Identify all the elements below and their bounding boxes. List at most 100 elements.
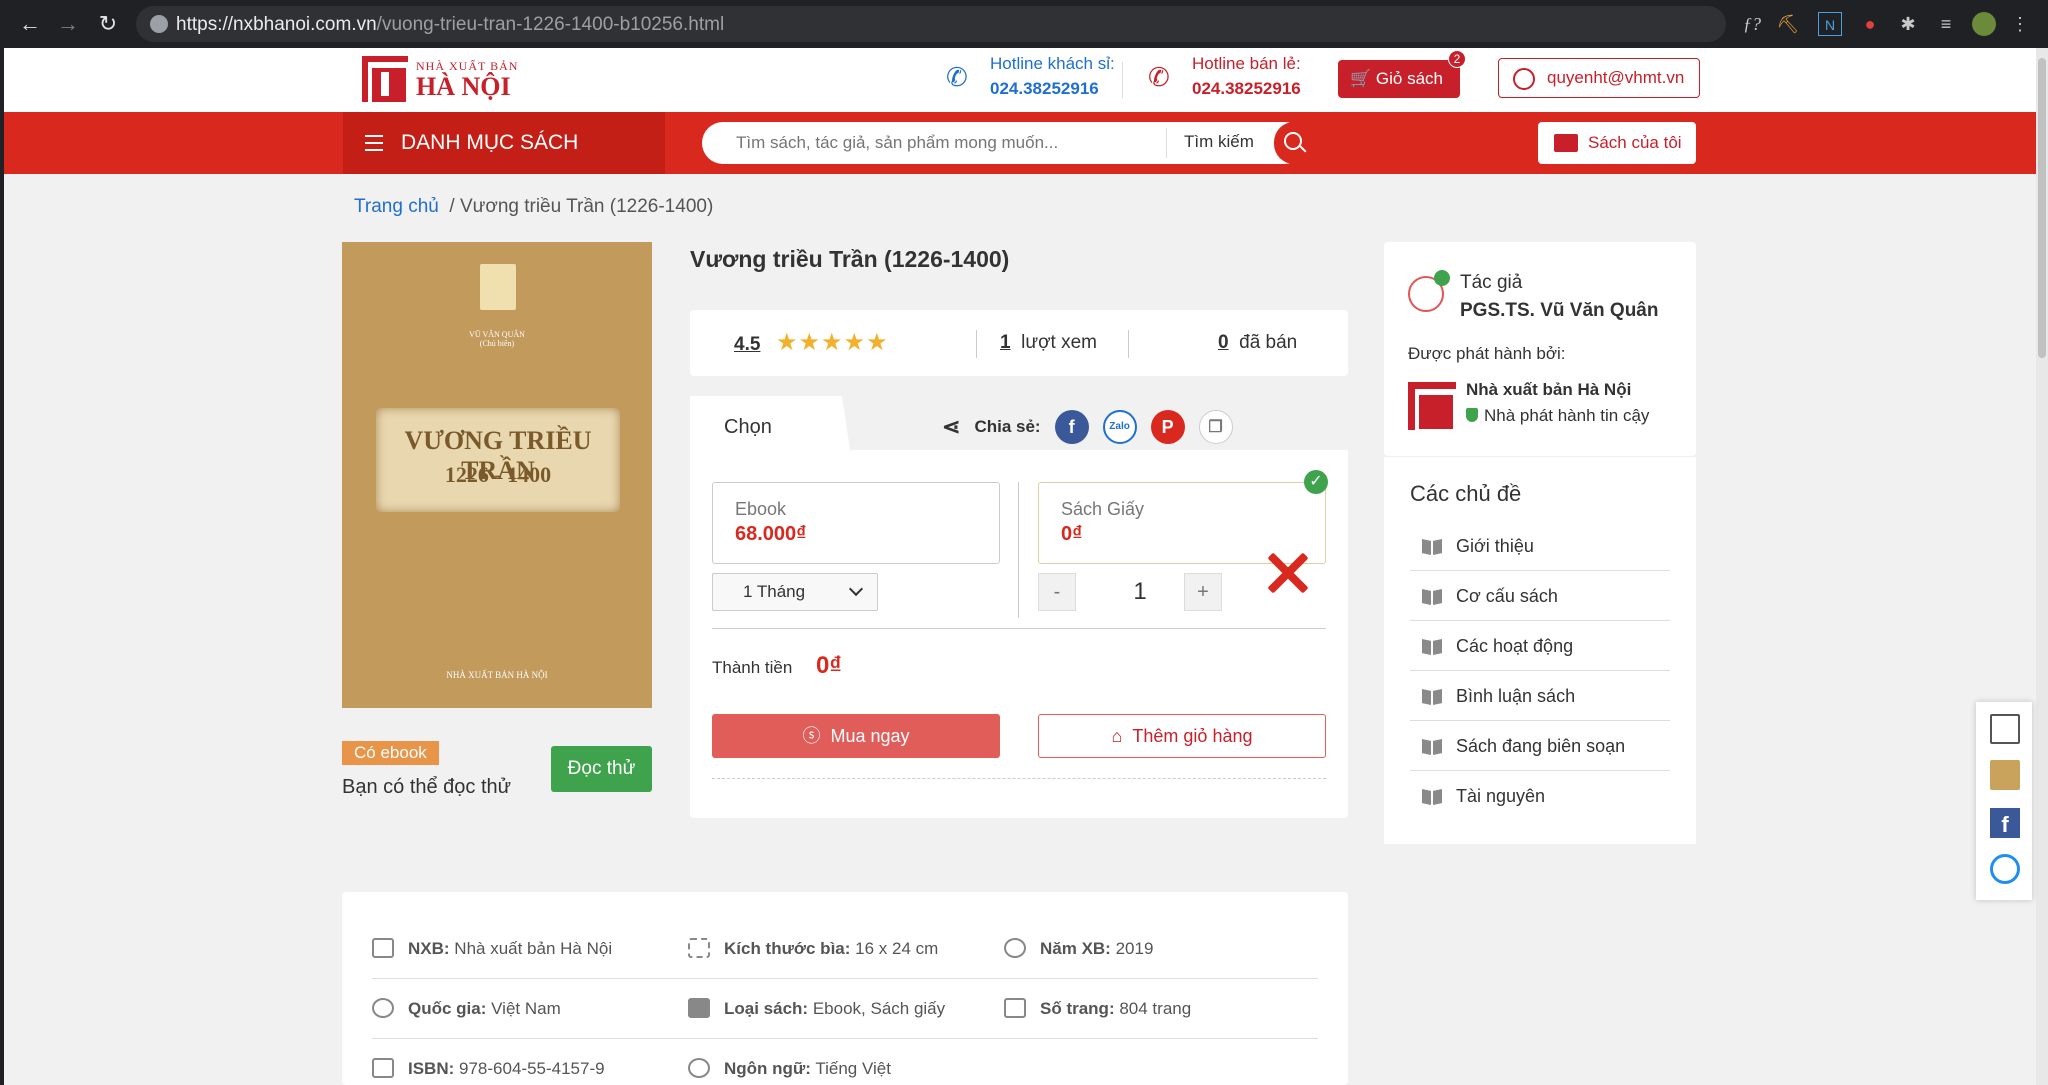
read-sample-button[interactable]: Đọc thử bbox=[551, 746, 652, 792]
categories-menu-button[interactable]: DANH MỤC SÁCH bbox=[343, 112, 665, 174]
qty-value[interactable]: 1 bbox=[1112, 574, 1168, 610]
messenger-icon[interactable] bbox=[1990, 854, 2020, 884]
book-icon[interactable] bbox=[1990, 760, 2020, 790]
divider bbox=[712, 778, 1326, 779]
breadcrumb: Trang chủ / Vương triều Trần (1226-1400) bbox=[354, 196, 713, 218]
trusted-publisher-badge: Nhà phát hành tin cậy bbox=[1466, 406, 1649, 426]
pickaxe-extension-icon[interactable]: ⛏ bbox=[1776, 12, 1800, 36]
window-edge bbox=[0, 48, 4, 1085]
detail-isbn: ISBN: 978-604-55-4157-9 bbox=[372, 1058, 605, 1079]
reload-icon[interactable]: ↻ bbox=[94, 10, 122, 38]
sold-count: 0 đã bán bbox=[1218, 332, 1298, 353]
paper-option-label: Sách Giấy bbox=[1061, 499, 1145, 519]
coin-icon: ⓢ bbox=[802, 726, 821, 746]
paper-option-price: 0₫ bbox=[1061, 523, 1083, 545]
duration-value: 1 Tháng bbox=[743, 582, 806, 601]
hotline-guest-label: Hotline khách sỉ: bbox=[990, 54, 1115, 73]
product-stats: 4.5 ★★★★★ 1 lượt xem 0 đã bán bbox=[690, 310, 1348, 376]
puzzle-extension-icon[interactable]: ✱ bbox=[1896, 12, 1920, 36]
divider bbox=[372, 1038, 1318, 1039]
facebook-icon[interactable]: f bbox=[1990, 808, 2020, 838]
topic-item[interactable]: Các hoạt động bbox=[1410, 621, 1670, 671]
share-bar: ⋖ Chia sẻ: f Zalo P ❐ bbox=[942, 410, 1233, 444]
copy-link-icon[interactable]: ❐ bbox=[1198, 410, 1233, 444]
divider bbox=[1018, 482, 1019, 618]
author-card: Tác giả PGS.TS. Vũ Văn Quân Được phát hà… bbox=[1384, 242, 1696, 456]
qty-plus-button[interactable]: + bbox=[1184, 573, 1222, 611]
book-cover-image[interactable]: VŨ VĂN QUÂN (Chủ biên) VƯƠNG TRIỀU TRẦN 1… bbox=[342, 242, 652, 708]
hotline-retail-number: 024.38252916 bbox=[1192, 79, 1301, 98]
address-bar[interactable]: https://nxbhanoi.com.vn/vuong-trieu-tran… bbox=[136, 6, 1726, 42]
profile-avatar[interactable] bbox=[1972, 12, 1996, 36]
book-icon bbox=[1422, 789, 1442, 805]
cover-author: VŨ VĂN QUÂN (Chủ biên) bbox=[469, 330, 525, 348]
author-name[interactable]: PGS.TS. Vũ Văn Quân bbox=[1460, 300, 1658, 322]
open-book-icon[interactable] bbox=[1990, 714, 2020, 744]
breadcrumb-home-link[interactable]: Trang chủ bbox=[354, 196, 439, 217]
url-text: https://nxbhanoi.com.vn/vuong-trieu-tran… bbox=[176, 14, 725, 35]
hotline-retail[interactable]: ✆ Hotline bán lẻ: 024.38252916 bbox=[1148, 52, 1301, 102]
site-info-icon[interactable] bbox=[150, 15, 168, 33]
book-icon bbox=[1422, 539, 1442, 555]
product-title: Vương triều Trần (1226-1400) bbox=[690, 246, 1010, 272]
user-account-button[interactable]: quyenht@vhmt.vn bbox=[1498, 58, 1700, 98]
logo-mark bbox=[362, 56, 410, 106]
topic-item[interactable]: Bình luận sách bbox=[1410, 671, 1670, 721]
my-books-button[interactable]: Sách của tôi bbox=[1538, 122, 1696, 164]
selected-check-icon: ✓ bbox=[1304, 470, 1328, 494]
user-email: quyenht@vhmt.vn bbox=[1547, 68, 1685, 87]
publisher-logo[interactable] bbox=[1408, 382, 1457, 433]
book-icon bbox=[1422, 739, 1442, 755]
detail-pages: Số trang: 804 trang bbox=[1004, 998, 1191, 1019]
buy-now-button[interactable]: ⓢ Mua ngay bbox=[712, 714, 1000, 758]
my-books-label: Sách của tôi bbox=[1588, 133, 1682, 152]
search-icon[interactable] bbox=[1274, 122, 1314, 164]
remove-x-icon[interactable] bbox=[1262, 548, 1312, 598]
ebook-option[interactable]: Ebook 68.000₫ bbox=[712, 482, 1000, 564]
categories-label: DANH MỤC SÁCH bbox=[401, 131, 579, 154]
edit-icon bbox=[372, 1058, 394, 1078]
search-box: Tìm kiếm bbox=[702, 122, 1314, 164]
tab-choose[interactable]: Chọn bbox=[690, 396, 850, 450]
cart-button[interactable]: 🛒 Giỏ sách bbox=[1338, 60, 1460, 98]
site-logo[interactable]: NHÀ XUẤT BẢN HÀ NỘI bbox=[362, 56, 518, 106]
ebook-option-price: 68.000₫ bbox=[735, 523, 807, 545]
add-to-cart-button[interactable]: ⌂ Thêm giỏ hàng bbox=[1038, 714, 1326, 758]
search-input[interactable] bbox=[736, 131, 1156, 155]
rating-stars[interactable]: ★★★★★ bbox=[776, 328, 889, 357]
clock-icon bbox=[1004, 938, 1026, 958]
hamburger-icon bbox=[365, 135, 383, 151]
hotline-guest-number: 024.38252916 bbox=[990, 79, 1099, 98]
formula-extension-icon[interactable]: ƒ? bbox=[1740, 12, 1764, 36]
zalo-share-icon[interactable]: Zalo bbox=[1102, 410, 1137, 444]
media-control-icon[interactable]: ≡ bbox=[1934, 12, 1958, 36]
more-menu-icon[interactable]: ⋮ bbox=[2008, 12, 2032, 36]
search-button[interactable]: Tìm kiếm bbox=[1184, 132, 1254, 152]
site-header: NHÀ XUẤT BẢN HÀ NỘI ✆ Hotline khách sỉ: … bbox=[4, 48, 2036, 112]
verified-icon bbox=[1434, 270, 1450, 286]
pinterest-share-icon[interactable]: P bbox=[1150, 410, 1185, 444]
topic-item[interactable]: Giới thiệu bbox=[1410, 521, 1670, 571]
publisher-name[interactable]: Nhà xuất bản Hà Nội bbox=[1466, 380, 1631, 400]
facebook-share-icon[interactable]: f bbox=[1054, 410, 1089, 444]
topic-item[interactable]: Cơ cấu sách bbox=[1410, 571, 1670, 621]
notion-extension-icon[interactable]: N bbox=[1818, 12, 1842, 36]
hotline-guest[interactable]: ✆ Hotline khách sỉ: 024.38252916 bbox=[946, 52, 1115, 102]
detail-size: Kích thước bìa: 16 x 24 cm bbox=[688, 938, 938, 959]
scrollbar-thumb[interactable] bbox=[2038, 58, 2046, 358]
forward-icon[interactable]: → bbox=[54, 10, 82, 38]
duration-select[interactable]: 1 Tháng bbox=[712, 573, 878, 611]
building-icon bbox=[372, 938, 394, 958]
total-value: 0₫ bbox=[816, 652, 842, 679]
divider bbox=[976, 330, 977, 358]
topic-item[interactable]: Tài nguyên bbox=[1410, 771, 1670, 821]
total-label: Thành tiền bbox=[712, 658, 793, 677]
back-icon[interactable]: ← bbox=[16, 10, 44, 38]
page-scrollbar[interactable] bbox=[2036, 48, 2048, 1085]
shield-extension-icon[interactable]: ● bbox=[1858, 12, 1882, 36]
topic-item[interactable]: Sách đang biên soạn bbox=[1410, 721, 1670, 771]
search-divider bbox=[1166, 128, 1167, 158]
divider bbox=[712, 628, 1326, 629]
book-details: NXB: Nhà xuất bản Hà Nội Kích thước bìa:… bbox=[342, 892, 1348, 1085]
qty-minus-button[interactable]: - bbox=[1038, 573, 1076, 611]
